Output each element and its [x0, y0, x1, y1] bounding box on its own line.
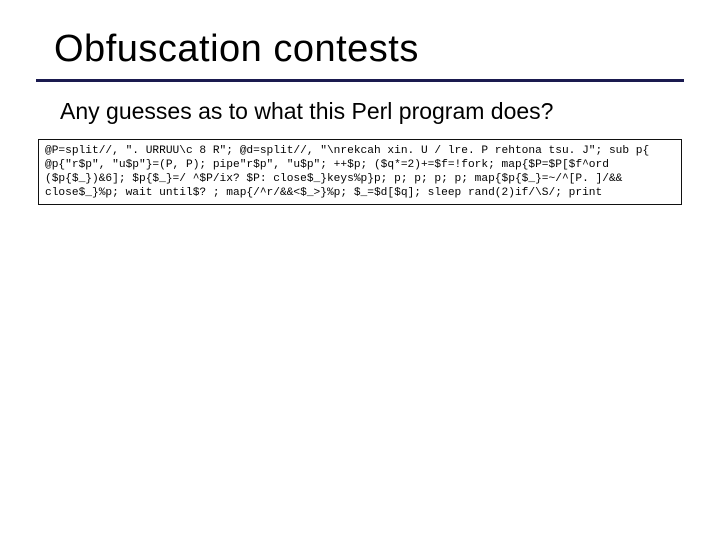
slide: Obfuscation contests Any guesses as to w… — [0, 0, 720, 540]
slide-title: Obfuscation contests — [54, 28, 684, 71]
code-line: ($p{$_})&6]; $p{$_}=/ ^$P/ix? $P: close$… — [45, 173, 622, 185]
code-line: @p{"r$p", "u$p"}=(P, P); pipe"r$p", "u$p… — [45, 159, 609, 171]
title-block: Obfuscation contests — [36, 28, 684, 82]
code-line: @P=split//, ". URRUU\c 8 R"; @d=split//,… — [45, 145, 649, 157]
code-line: close$_}%p; wait until$? ; map{/^r/&&<$_… — [45, 187, 602, 199]
code-block: @P=split//, ". URRUU\c 8 R"; @d=split//,… — [38, 139, 682, 205]
slide-subtitle: Any guesses as to what this Perl program… — [36, 82, 684, 125]
